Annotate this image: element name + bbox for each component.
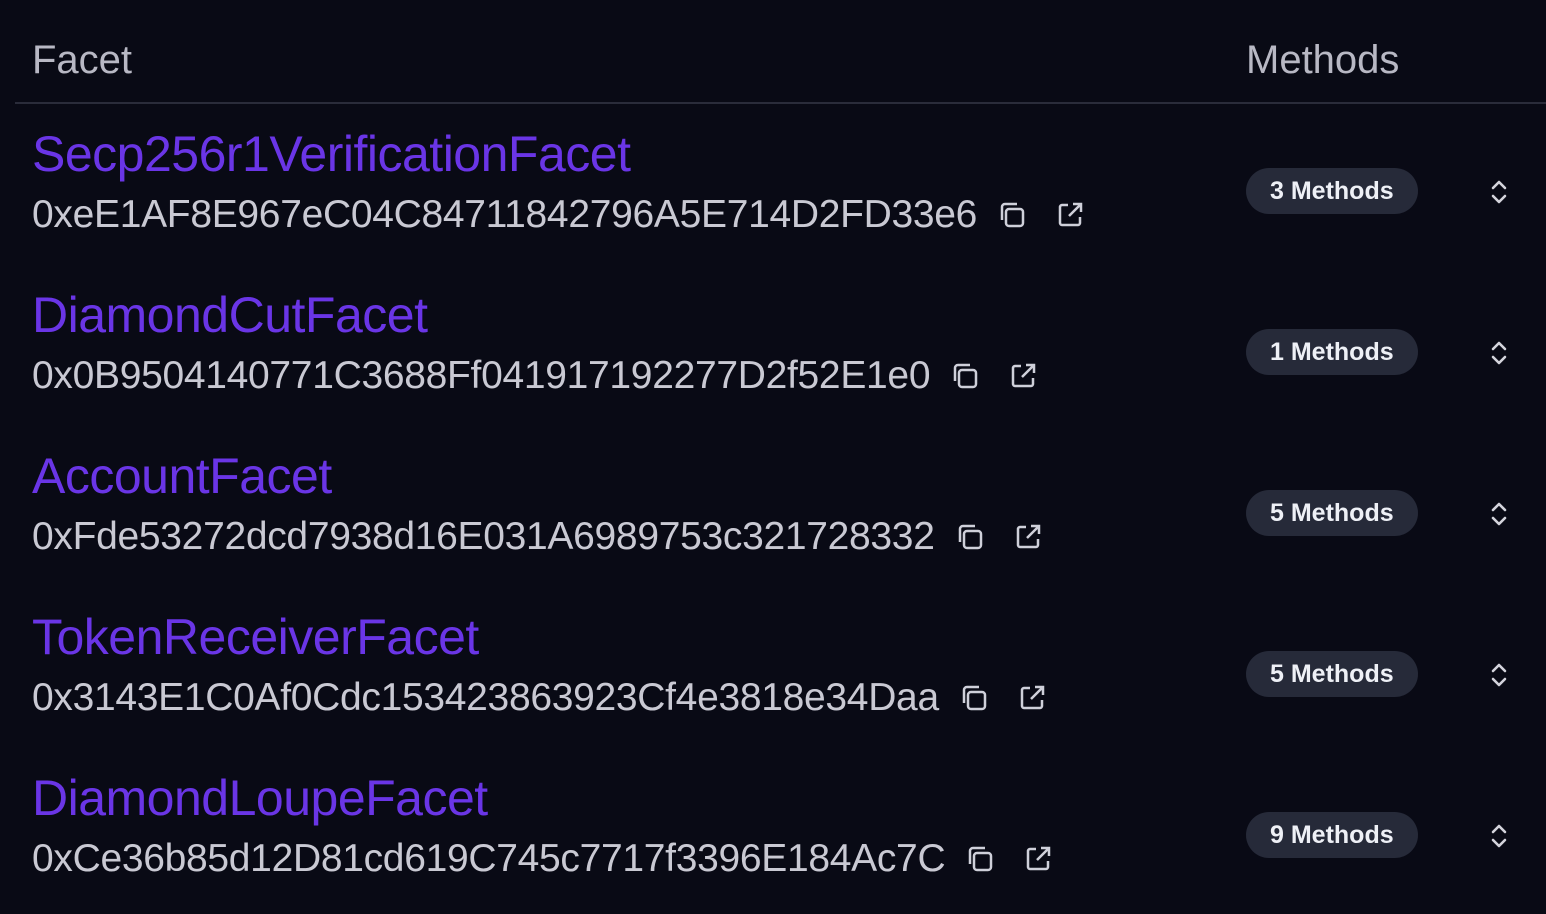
table-header: Facet Methods xyxy=(15,0,1546,104)
facet-address-line: 0xeE1AF8E967eC04C84711842796A5E714D2FD33… xyxy=(32,193,1087,237)
facet-name-link[interactable]: Secp256r1VerificationFacet xyxy=(32,125,631,183)
facet-address: 0xeE1AF8E967eC04C84711842796A5E714D2FD33… xyxy=(32,193,978,236)
column-header-facet: Facet xyxy=(32,38,133,82)
facet-name-link[interactable]: DiamondLoupeFacet xyxy=(32,769,488,827)
copy-icon[interactable] xyxy=(953,520,987,554)
facet-name-link[interactable]: DiamondCutFacet xyxy=(32,286,428,344)
facet-address-line: 0xCe36b85d12D81cd619C745c7717f3396E184Ac… xyxy=(32,837,1055,881)
facet-address: 0xCe36b85d12D81cd619C745c7717f3396E184Ac… xyxy=(32,837,946,880)
external-link-icon[interactable] xyxy=(1011,520,1045,554)
chevron-up-down-icon[interactable] xyxy=(1484,821,1514,851)
facet-address: 0x0B9504140771C3688Ff041917192277D2f52E1… xyxy=(32,354,931,397)
chevron-up-down-icon[interactable] xyxy=(1484,660,1514,690)
facets-table: Facet Methods Secp256r1VerificationFacet… xyxy=(0,0,1546,914)
copy-icon[interactable] xyxy=(957,681,991,715)
methods-count-badge[interactable]: 9 Methods xyxy=(1246,812,1418,858)
methods-count-badge[interactable]: 1 Methods xyxy=(1246,329,1418,375)
methods-count-badge[interactable]: 5 Methods xyxy=(1246,651,1418,697)
chevron-up-down-icon[interactable] xyxy=(1484,338,1514,368)
facet-address: 0xFde53272dcd7938d16E031A6989753c3217283… xyxy=(32,515,935,558)
copy-icon[interactable] xyxy=(995,198,1029,232)
facet-name-link[interactable]: AccountFacet xyxy=(32,447,332,505)
table-row: DiamondCutFacet 0x0B9504140771C3688Ff041… xyxy=(0,268,1546,429)
external-link-icon[interactable] xyxy=(1053,198,1087,232)
table-row: AccountFacet 0xFde53272dcd7938d16E031A69… xyxy=(0,429,1546,590)
facet-name-link[interactable]: TokenReceiverFacet xyxy=(32,608,479,666)
facet-address-line: 0x0B9504140771C3688Ff041917192277D2f52E1… xyxy=(32,354,1040,398)
copy-icon[interactable] xyxy=(963,842,997,876)
table-row: TokenReceiverFacet 0x3143E1C0Af0Cdc15342… xyxy=(0,590,1546,751)
methods-count-badge[interactable]: 5 Methods xyxy=(1246,490,1418,536)
chevron-up-down-icon[interactable] xyxy=(1484,177,1514,207)
chevron-up-down-icon[interactable] xyxy=(1484,499,1514,529)
external-link-icon[interactable] xyxy=(1015,681,1049,715)
column-header-methods: Methods xyxy=(1246,38,1400,82)
facet-address: 0x3143E1C0Af0Cdc153423863923Cf4e3818e34D… xyxy=(32,676,939,719)
external-link-icon[interactable] xyxy=(1021,842,1055,876)
external-link-icon[interactable] xyxy=(1006,359,1040,393)
facet-address-line: 0x3143E1C0Af0Cdc153423863923Cf4e3818e34D… xyxy=(32,676,1049,720)
facet-address-line: 0xFde53272dcd7938d16E031A6989753c3217283… xyxy=(32,515,1045,559)
methods-count-badge[interactable]: 3 Methods xyxy=(1246,168,1418,214)
table-row: DiamondLoupeFacet 0xCe36b85d12D81cd619C7… xyxy=(0,751,1546,912)
table-row: Secp256r1VerificationFacet 0xeE1AF8E967e… xyxy=(0,107,1546,268)
copy-icon[interactable] xyxy=(948,359,982,393)
